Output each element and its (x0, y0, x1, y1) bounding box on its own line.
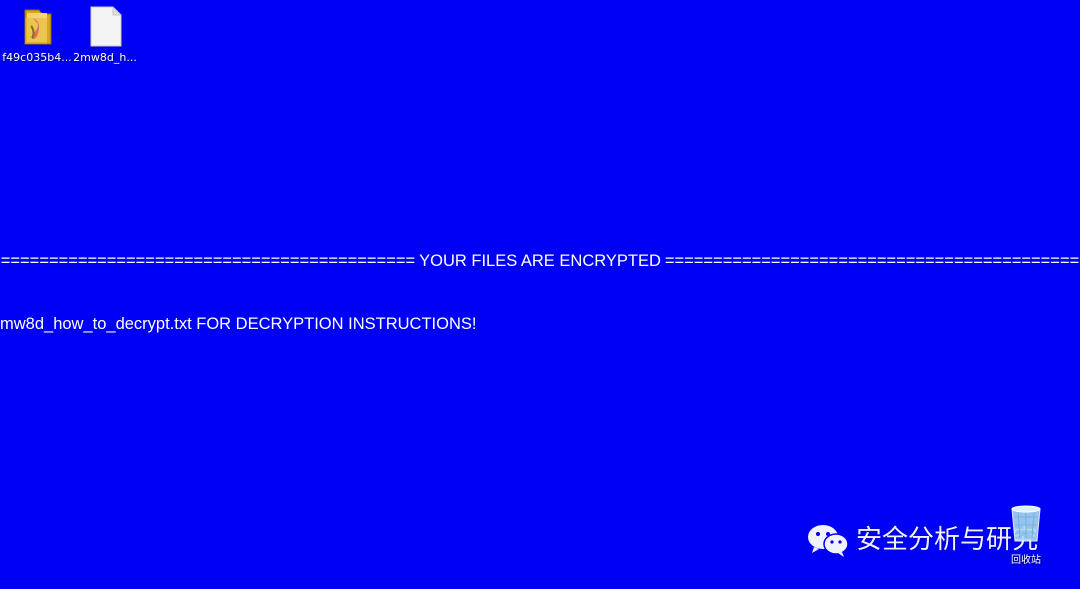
desktop-icon-text-file-label: 2mw8d_h... (73, 51, 137, 64)
desktop-icon-text-file[interactable]: 2mw8d_h... (70, 4, 140, 64)
recycle-bin-icon (1011, 505, 1041, 542)
desktop-icon-recycle-bin[interactable]: 回收站 (992, 503, 1060, 567)
wechat-icon (808, 525, 849, 557)
desktop-background[interactable]: f49c035b4... 2mw8d_h... ================… (0, 0, 1080, 589)
banner-divider-right: ========================================… (664, 252, 1080, 270)
desktop-icon-recycle-bin-label: 回收站 (1011, 555, 1041, 566)
ransom-instruction-text: mw8d_how_to_decrypt.txt FOR DECRYPTION I… (0, 315, 477, 333)
banner-divider-left: ========================================… (0, 252, 416, 270)
banner-title: YOUR FILES ARE ENCRYPTED (419, 252, 661, 270)
folder-icon (24, 9, 52, 45)
text-file-icon (90, 6, 122, 47)
desktop-icon-folder-label: f49c035b4... (2, 51, 72, 64)
desktop-icon-folder[interactable]: f49c035b4... (2, 4, 72, 64)
ransom-banner: ========================================… (0, 250, 1080, 272)
